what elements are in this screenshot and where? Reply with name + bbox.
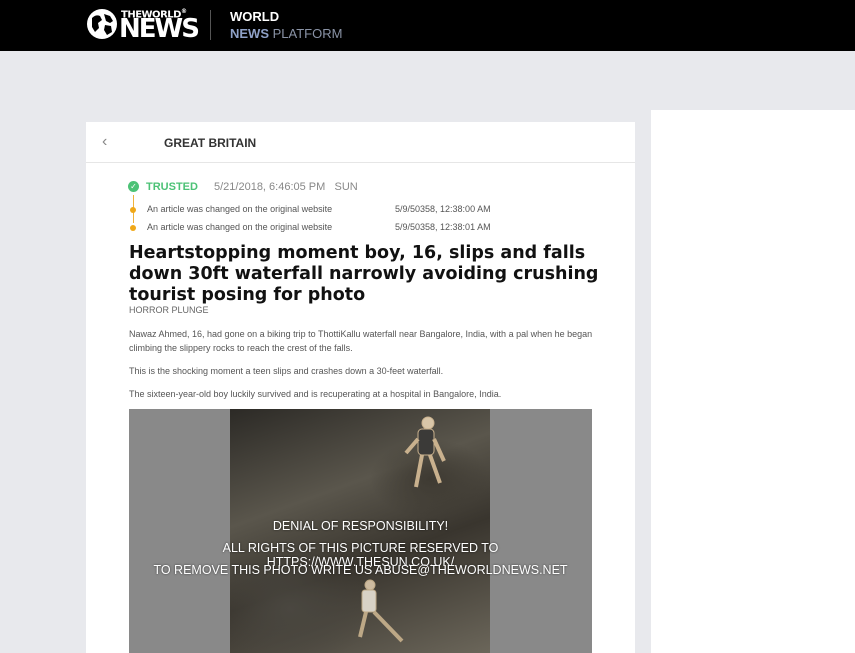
header-divider xyxy=(210,10,211,40)
article-paragraph: The sixteen-year-old boy luckily survive… xyxy=(129,389,502,399)
change-description: An article was changed on the original w… xyxy=(147,204,333,214)
card-header: ‹ GREAT BRITAIN xyxy=(86,122,635,163)
check-circle-icon: ✓ xyxy=(128,181,139,192)
change-log-item: An article was changed on the original w… xyxy=(128,222,608,234)
top-navbar: THEWORLD® NEWS WORLD NEWS PLATFORM xyxy=(0,0,855,51)
globe-icon xyxy=(87,9,117,39)
article-photo[interactable]: DENIAL OF RESPONSIBILITY! ALL RIGHTS OF … xyxy=(129,409,592,653)
disclaimer-contact: TO REMOVE THIS PHOTO WRITE US ABUSE@THEW… xyxy=(153,563,568,577)
platform-title-world: WORLD xyxy=(230,9,280,24)
theworldnews-logo[interactable]: THEWORLD® NEWS xyxy=(86,6,200,44)
change-log-item: An article was changed on the original w… xyxy=(128,204,608,216)
article-headline: Heartstopping moment boy, 16, slips and … xyxy=(129,243,599,305)
change-date: 5/9/50358, 12:38:01 AM xyxy=(395,222,491,232)
article-card: ‹ GREAT BRITAIN ✓ TRUSTED 5/21/2018, 6:4… xyxy=(86,122,635,653)
logo-text-news: NEWS xyxy=(119,14,200,44)
change-date: 5/9/50358, 12:38:00 AM xyxy=(395,204,491,214)
timeline-dot-icon xyxy=(130,225,136,231)
change-description: An article was changed on the original w… xyxy=(147,222,333,232)
timeline-dot-icon xyxy=(130,207,136,213)
article-paragraph: Nawaz Ahmed, 16, had gone on a biking tr… xyxy=(129,329,593,353)
trusted-badge: TRUSTED xyxy=(146,181,198,193)
article-paragraph: This is the shocking moment a teen slips… xyxy=(129,366,444,376)
right-sidebar-panel xyxy=(651,110,855,653)
trusted-status-row: ✓ TRUSTED 5/21/2018, 6:46:05 PM SUN xyxy=(128,181,608,195)
publish-date: 5/21/2018, 6:46:05 PM SUN xyxy=(214,181,358,193)
platform-title-news-platform: NEWS PLATFORM xyxy=(230,26,343,41)
article-kicker: HORROR PLUNGE xyxy=(129,305,209,315)
disclaimer-title: DENIAL OF RESPONSIBILITY! xyxy=(272,519,449,533)
section-title: GREAT BRITAIN xyxy=(164,136,257,150)
source-name[interactable]: SUN xyxy=(334,181,357,193)
chevron-left-icon[interactable]: ‹ xyxy=(102,133,107,151)
